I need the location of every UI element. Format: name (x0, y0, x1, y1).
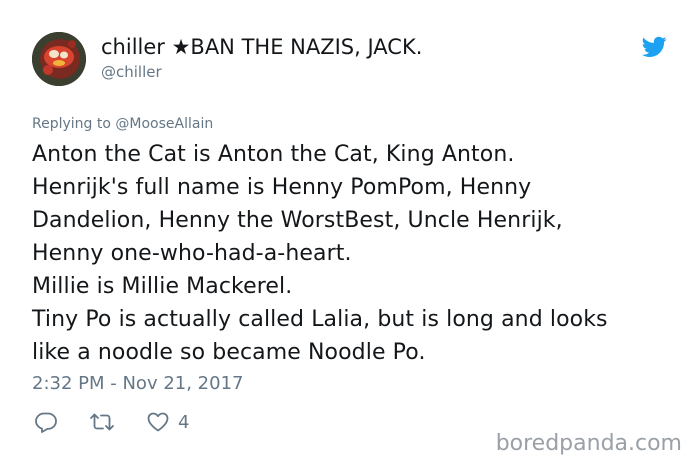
display-name[interactable]: chiller ★BAN THE NAZIS, JACK. (101, 33, 422, 61)
tweet-line: like a noodle so became Noodle Po. (32, 340, 426, 365)
tweet-line: Henrijk's full name is Henny PomPom, Hen… (32, 175, 532, 200)
tweet-line: Henny one-who-had-a-heart. (32, 241, 352, 266)
user-handle[interactable]: @chiller (101, 62, 162, 82)
avatar[interactable] (32, 32, 86, 86)
like-button[interactable]: 4 (146, 410, 189, 434)
tweet-timestamp[interactable]: 2:32 PM - Nov 21, 2017 (32, 372, 243, 396)
like-count: 4 (178, 411, 190, 433)
watermark: boredpanda.com (495, 431, 682, 456)
twitter-bird-icon[interactable] (641, 36, 667, 58)
like-heart-icon (147, 412, 169, 432)
replying-to: Replying to @MooseAllain (32, 114, 213, 134)
tweet-text: Anton the Cat is Anton the Cat, King Ant… (32, 138, 682, 369)
retweet-button[interactable] (88, 410, 116, 434)
reply-icon (35, 412, 57, 433)
tweet-actions: 4 (34, 410, 219, 434)
avatar-image (32, 32, 86, 86)
tweet-line: Dandelion, Henny the WorstBest, Uncle He… (32, 208, 563, 233)
tweet-line: Anton the Cat is Anton the Cat, King Ant… (32, 142, 515, 167)
replying-to-mention[interactable]: @MooseAllain (115, 116, 213, 132)
replying-to-prefix: Replying to (32, 116, 116, 132)
reply-button[interactable] (34, 410, 58, 434)
tweet-line: Tiny Po is actually called Lalia, but is… (32, 307, 608, 332)
retweet-icon (90, 413, 114, 431)
tweet-line: Millie is Millie Mackerel. (32, 274, 293, 299)
